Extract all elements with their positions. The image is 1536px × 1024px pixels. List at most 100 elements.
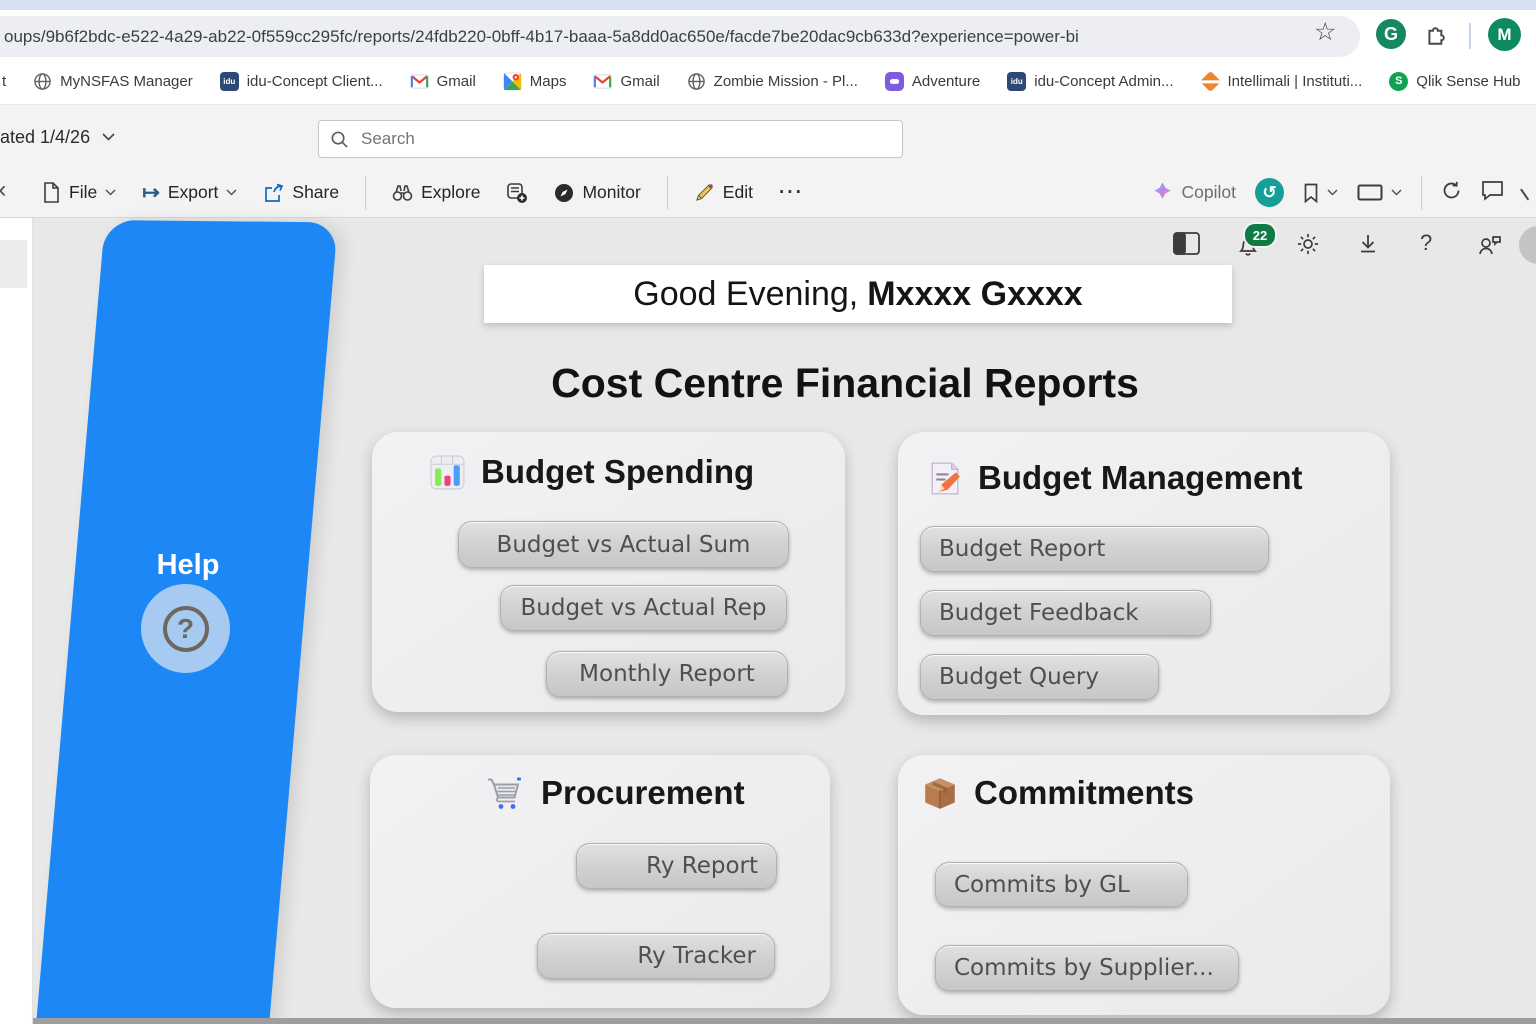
share-icon xyxy=(263,183,284,203)
commitments-title: Commitments xyxy=(921,771,1194,815)
window-top-strip xyxy=(0,0,1536,10)
chevron-down-icon xyxy=(1327,189,1338,196)
search-box[interactable] xyxy=(318,120,903,158)
download-icon[interactable] xyxy=(1357,233,1379,260)
more-options[interactable]: ··· xyxy=(779,182,804,204)
chevron-down-icon xyxy=(1391,189,1402,196)
monthly-report-button[interactable]: Monthly Report xyxy=(546,651,788,697)
bookmark-item-intellimali[interactable]: Intellimali | Instituti... xyxy=(1201,72,1363,91)
maps-icon xyxy=(503,72,522,91)
adventure-icon xyxy=(885,72,904,91)
package-icon xyxy=(921,774,959,812)
bookmark-item-mynsfas[interactable]: MyNSFAS Manager xyxy=(33,72,193,91)
collapse-chevrons[interactable]: « xyxy=(0,176,6,204)
idu-icon: idu xyxy=(1007,72,1026,91)
monitor-icon xyxy=(554,183,574,203)
budget-report-button[interactable]: Budget Report xyxy=(920,526,1269,572)
url-text: oups/9b6f2bdc-e522-4a29-ab22-0f559cc295f… xyxy=(4,27,1079,47)
explore-button[interactable]: Explore xyxy=(392,182,480,203)
greeting-banner: Good Evening, Mxxxx Gxxxx xyxy=(484,265,1232,323)
memo-icon xyxy=(926,460,963,497)
chevron-down-icon xyxy=(226,189,237,196)
procurement-title: Procurement xyxy=(486,771,745,815)
export-menu[interactable]: ↦ Export xyxy=(142,180,237,205)
bookmark-item-zombie[interactable]: Zombie Mission - Pl... xyxy=(687,72,858,91)
collapsed-pane-tab[interactable] xyxy=(0,240,27,288)
bookmarks-menu[interactable] xyxy=(1303,183,1338,203)
clipped-toolbar-icon xyxy=(1520,185,1535,201)
bookmark-item-gmail-2[interactable]: Gmail xyxy=(593,72,659,91)
intellimali-icon xyxy=(1199,70,1220,91)
toolbar-divider xyxy=(1421,176,1422,210)
search-input[interactable] xyxy=(359,128,891,150)
cart-icon xyxy=(486,775,526,812)
view-frame-icon xyxy=(1357,184,1383,201)
budget-spending-title: Budget Spending xyxy=(429,450,754,494)
bookmark-item-cut[interactable]: t xyxy=(2,73,6,90)
gmail-icon xyxy=(410,72,429,91)
chevron-down-icon xyxy=(102,133,115,141)
commits-by-gl-button[interactable]: Commits by GL xyxy=(935,862,1188,907)
toolbar-divider xyxy=(667,176,668,210)
bookmark-ribbon-icon xyxy=(1303,183,1319,203)
ry-tracker-button[interactable]: Ry Tracker xyxy=(537,933,775,979)
copilot-button[interactable]: Copilot xyxy=(1151,181,1236,204)
page-title: Cost Centre Financial Reports xyxy=(380,360,1310,407)
bookmark-item-idu-client[interactable]: idu idu-Concept Client... xyxy=(220,72,383,91)
globe-icon xyxy=(33,72,52,91)
file-icon xyxy=(42,182,61,203)
bookmark-item-idu-admin[interactable]: idu idu-Concept Admin... xyxy=(1007,72,1173,91)
settings-gear-icon[interactable] xyxy=(1296,232,1320,261)
help-question-icon[interactable]: ? xyxy=(1420,230,1432,256)
address-bar[interactable]: oups/9b6f2bdc-e522-4a29-ab22-0f559cc295f… xyxy=(0,16,1360,57)
commits-by-supplier-button[interactable]: Commits by Supplier... xyxy=(935,945,1239,991)
help-label: Help xyxy=(128,549,248,582)
grammarly-extension-icon[interactable]: G xyxy=(1376,19,1406,49)
share-button[interactable]: Share xyxy=(263,182,339,203)
bookmark-item-maps[interactable]: Maps xyxy=(503,72,567,91)
pbi-account-avatar[interactable] xyxy=(1519,226,1536,264)
file-menu[interactable]: File xyxy=(42,182,116,203)
greeting-username: Mxxxx Gxxxx xyxy=(867,275,1083,314)
browser-profile-avatar[interactable]: M xyxy=(1488,18,1521,51)
bookmark-star-icon[interactable]: ☆ xyxy=(1314,17,1336,47)
feedback-icon[interactable] xyxy=(1477,233,1503,262)
comments-icon[interactable] xyxy=(1481,180,1504,206)
collapse-pane-icon[interactable] xyxy=(1173,232,1200,260)
monitor-button[interactable]: Monitor xyxy=(554,182,640,203)
bookmark-item-adventure[interactable]: Adventure xyxy=(885,72,980,91)
pencil-icon xyxy=(694,182,715,203)
budget-query-button[interactable]: Budget Query xyxy=(920,654,1159,700)
toolbar-divider xyxy=(365,176,366,210)
search-icon xyxy=(330,130,349,149)
bookmark-item-qlik[interactable]: S Qlik Sense Hub xyxy=(1389,72,1520,91)
help-button[interactable]: ? xyxy=(141,584,230,673)
budget-management-title: Budget Management xyxy=(926,456,1303,500)
ry-report-button[interactable]: Ry Report xyxy=(576,843,777,889)
globe-icon xyxy=(687,72,706,91)
refresh-icon[interactable] xyxy=(1441,180,1462,206)
bookmark-item-gmail-1[interactable]: Gmail xyxy=(410,72,476,91)
idu-icon: idu xyxy=(220,72,239,91)
qlik-icon: S xyxy=(1389,72,1408,91)
report-name-label[interactable]: ated 1/4/26 xyxy=(0,105,115,169)
budget-feedback-button[interactable]: Budget Feedback xyxy=(920,590,1211,636)
reset-view-icon[interactable]: ↺ xyxy=(1255,178,1284,207)
budget-vs-actual-rep-button[interactable]: Budget vs Actual Rep xyxy=(500,585,787,631)
browser-address-row: oups/9b6f2bdc-e522-4a29-ab22-0f559cc295f… xyxy=(0,10,1536,58)
bookmarks-bar: t MyNSFAS Manager idu idu-Concept Client… xyxy=(0,58,1536,104)
bar-chart-icon xyxy=(429,454,466,491)
extensions-icon[interactable] xyxy=(1424,21,1450,52)
question-circle-icon: ? xyxy=(163,606,209,652)
report-toolbar: « File ↦ Export Share Explore xyxy=(0,168,1536,218)
gmail-icon xyxy=(593,72,612,91)
export-icon: ↦ xyxy=(142,180,160,205)
binoculars-icon xyxy=(392,183,413,202)
view-menu[interactable] xyxy=(1357,184,1402,201)
new-report-page-icon[interactable] xyxy=(506,182,528,204)
copilot-icon xyxy=(1151,181,1174,204)
budget-vs-actual-sum-button[interactable]: Budget vs Actual Sum xyxy=(458,521,789,568)
greeting-text: Good Evening, xyxy=(633,275,858,314)
powerbi-header: ated 1/4/26 22 ? xyxy=(0,104,1536,168)
edit-button[interactable]: Edit xyxy=(694,182,753,203)
